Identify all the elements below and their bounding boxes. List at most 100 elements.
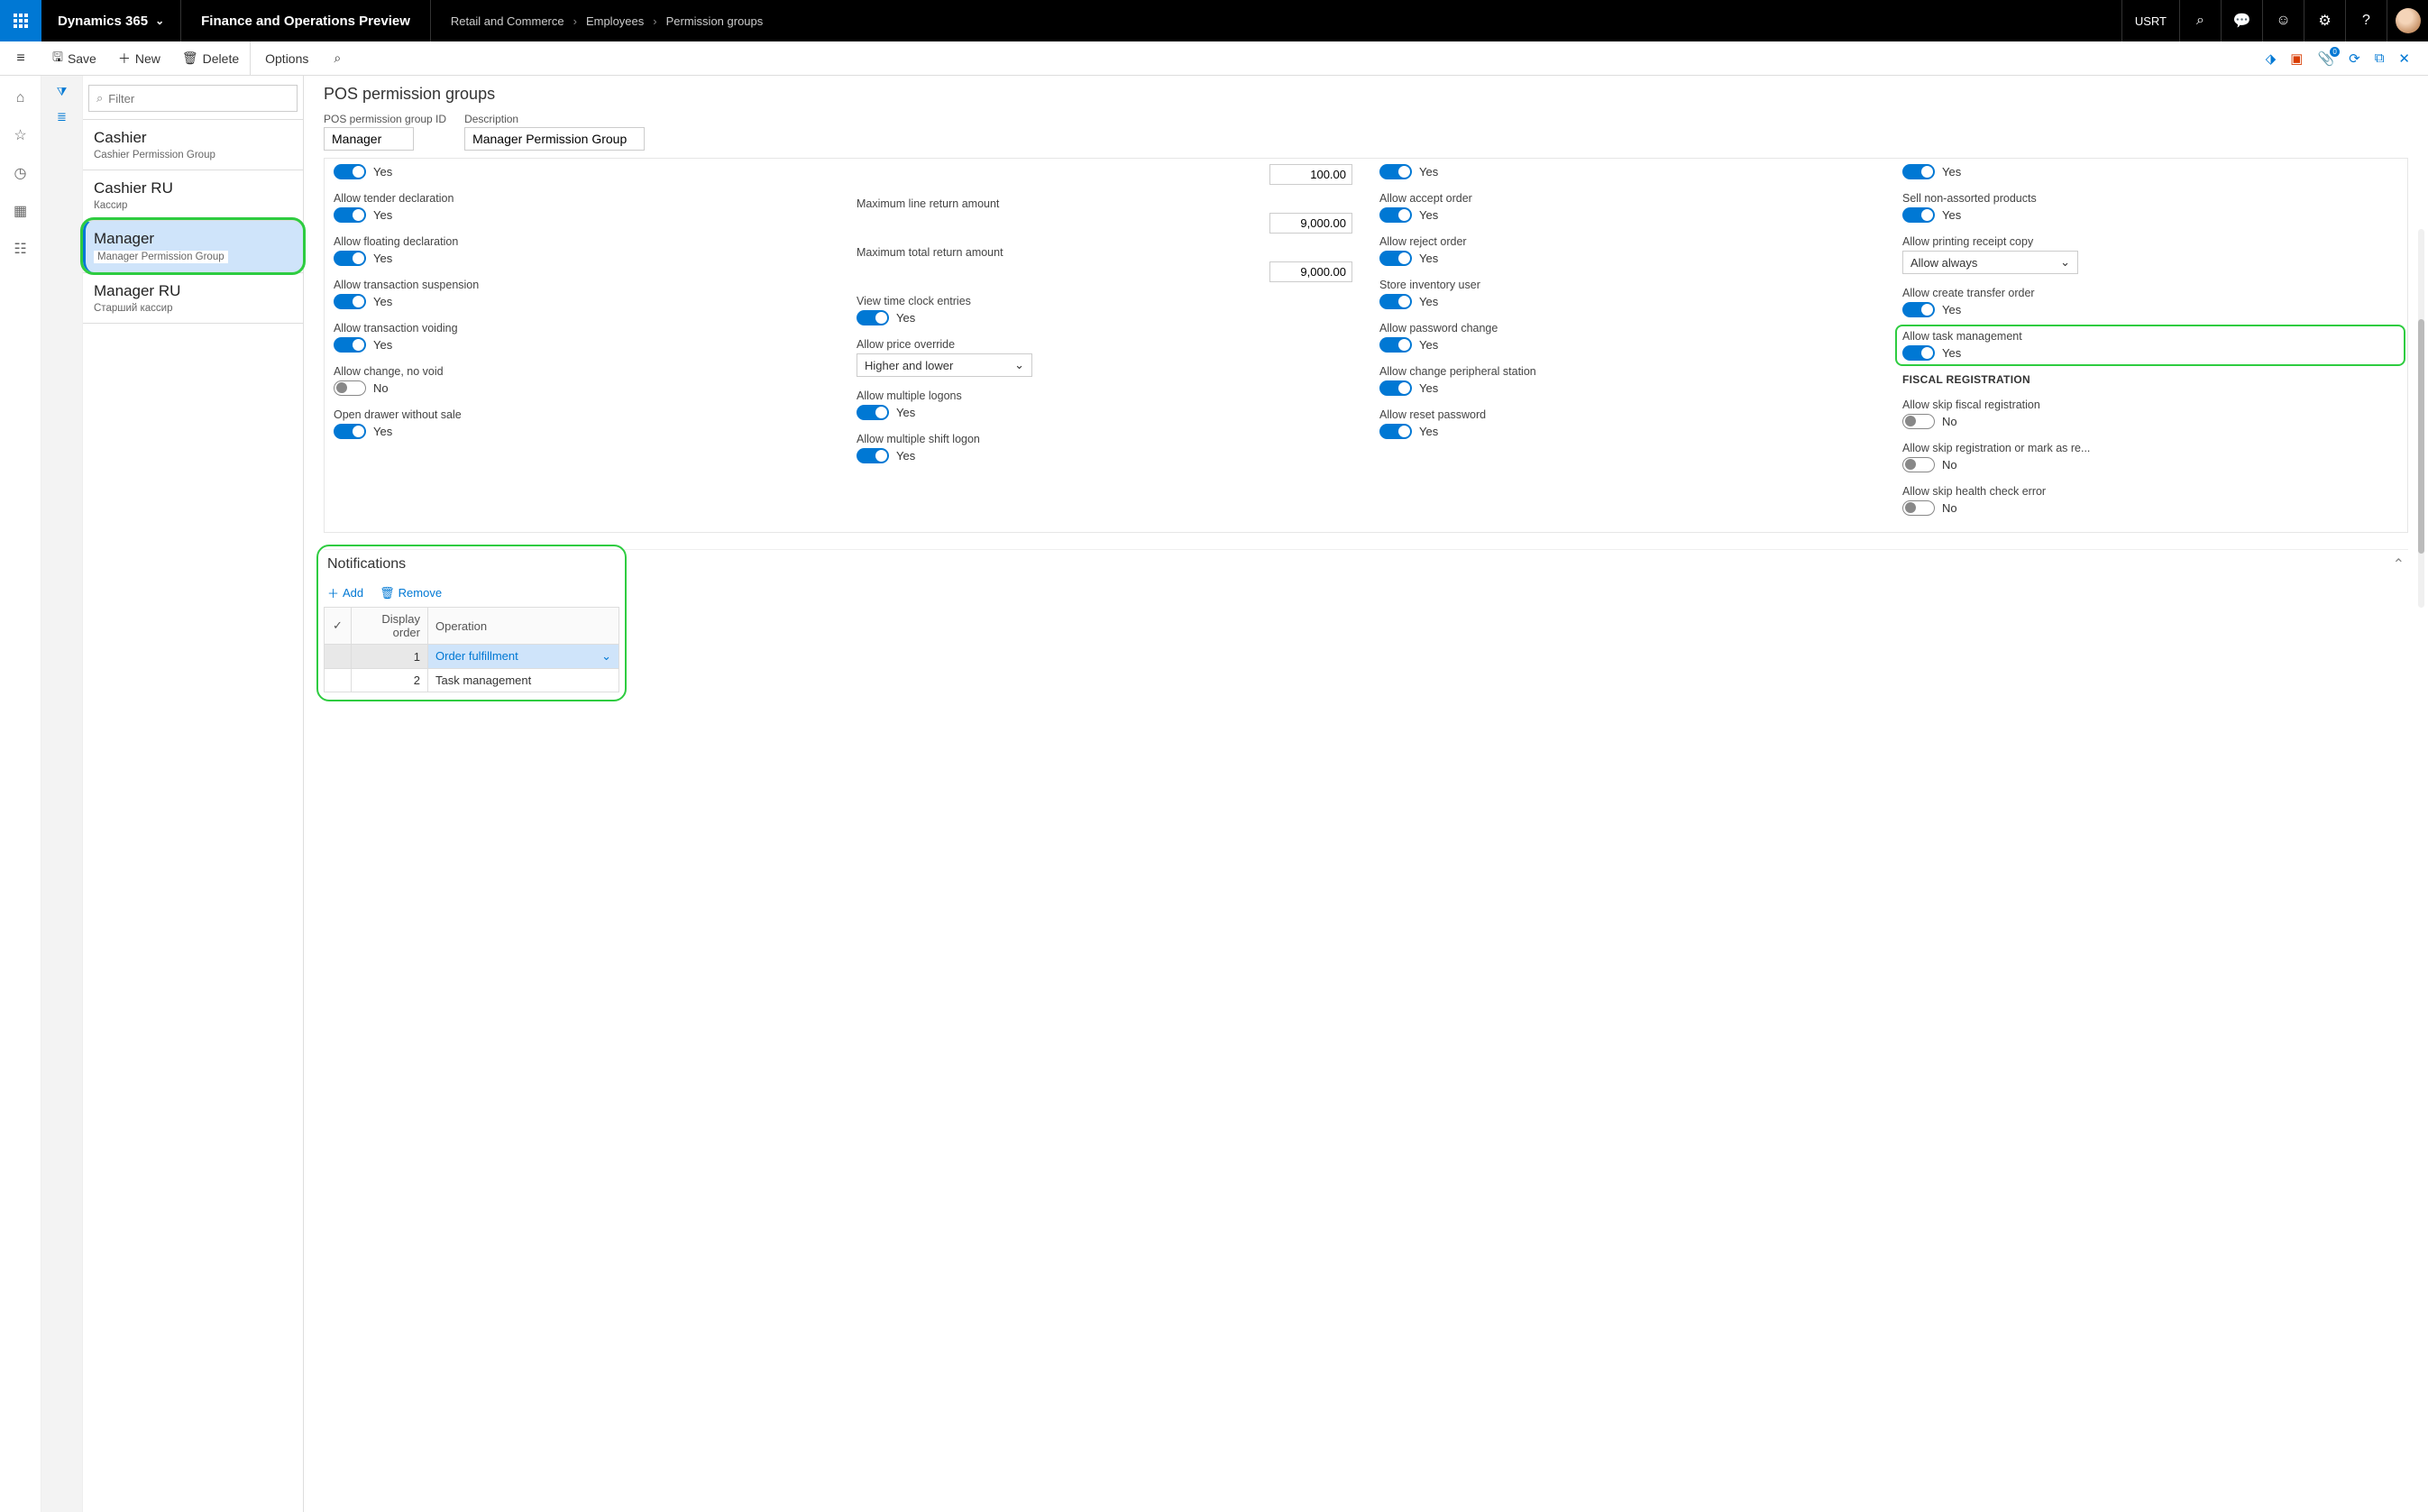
operation-cell[interactable]: Task management xyxy=(428,669,619,692)
toggle[interactable] xyxy=(1902,457,1935,472)
refresh-icon[interactable]: ⟳ xyxy=(2349,50,2360,67)
field-label: Allow accept order xyxy=(1379,192,1875,205)
recent-icon[interactable]: ◷ xyxy=(14,164,27,182)
workspace-icon[interactable]: ▦ xyxy=(14,202,27,220)
toggle[interactable] xyxy=(1902,207,1935,223)
description-input[interactable] xyxy=(464,127,645,151)
office-icon[interactable]: ▣ xyxy=(2290,50,2303,67)
toggle[interactable] xyxy=(1379,380,1412,396)
pos-group-id-input[interactable] xyxy=(324,127,414,151)
smile-icon[interactable]: ☺ xyxy=(2262,0,2304,41)
toggle[interactable] xyxy=(857,448,889,463)
breadcrumb-item[interactable]: Retail and Commerce xyxy=(451,14,564,28)
perm-col-3: Yes Allow accept orderYes Allow reject o… xyxy=(1379,164,1875,516)
toggle-value: Yes xyxy=(373,295,392,308)
link-icon[interactable]: ⬗ xyxy=(2266,50,2277,67)
toggle-value: No xyxy=(1942,415,1957,428)
receipt-copy-select[interactable]: Allow always ⌄ xyxy=(1902,251,2078,274)
delete-button[interactable]: 🗑Delete xyxy=(171,50,250,66)
toggle[interactable] xyxy=(1902,500,1935,516)
operation-cell[interactable]: Order fulfillment⌄ xyxy=(428,645,619,669)
scrollbar-thumb[interactable] xyxy=(2418,319,2424,554)
column-header[interactable]: Display order xyxy=(352,608,428,645)
list-item[interactable]: Manager RU Старший кассир xyxy=(83,272,303,324)
toggle[interactable] xyxy=(1379,337,1412,353)
star-icon[interactable]: ☆ xyxy=(14,126,26,144)
notifications-header[interactable]: Notifications ⌃ xyxy=(324,549,2408,579)
company-picker[interactable]: USRT xyxy=(2121,0,2179,41)
filter-input-wrap[interactable]: ⌕ xyxy=(88,85,298,112)
field-label: Allow change peripheral station xyxy=(1379,365,1875,378)
attachments-button[interactable]: 📎0 xyxy=(2317,50,2334,67)
breadcrumb-item[interactable]: Employees xyxy=(586,14,644,28)
toggle[interactable] xyxy=(334,164,366,179)
breadcrumb-item[interactable]: Permission groups xyxy=(666,14,764,28)
amount-input[interactable] xyxy=(1269,164,1352,185)
allow-task-management-toggle[interactable] xyxy=(1902,345,1935,361)
list-item[interactable]: Cashier Cashier Permission Group xyxy=(83,119,303,170)
field-label: Allow reject order xyxy=(1379,235,1875,248)
scrollbar[interactable] xyxy=(2418,229,2424,608)
list-icon[interactable]: ≣ xyxy=(57,110,67,124)
search-icon: ⌕ xyxy=(334,50,341,66)
main-area: ⌂ ☆ ◷ ▦ ☷ ⧩ ≣ ⌕ Cashier Cashier Permissi… xyxy=(0,76,2428,1512)
modules-icon[interactable]: ☷ xyxy=(14,240,26,258)
toggle[interactable] xyxy=(334,251,366,266)
home-icon[interactable]: ⌂ xyxy=(16,90,25,106)
filter-input[interactable] xyxy=(108,92,289,105)
avatar[interactable] xyxy=(2387,0,2428,41)
popout-icon[interactable]: ⧉ xyxy=(2375,50,2385,66)
close-icon[interactable]: ✕ xyxy=(2398,50,2410,67)
column-header[interactable]: Operation xyxy=(428,608,619,645)
search-action[interactable]: ⌕ xyxy=(323,50,352,66)
help-icon[interactable]: ? xyxy=(2345,0,2387,41)
toggle[interactable] xyxy=(1902,164,1935,179)
table-row[interactable]: 1 Order fulfillment⌄ xyxy=(325,645,619,669)
row-checkbox[interactable] xyxy=(325,645,352,669)
field-label: Allow task management xyxy=(1902,330,2398,343)
list-item-selected[interactable]: Manager Manager Permission Group xyxy=(83,220,303,272)
toggle[interactable] xyxy=(334,207,366,223)
toggle[interactable] xyxy=(334,380,366,396)
toggle[interactable] xyxy=(857,405,889,420)
max-line-return-input[interactable] xyxy=(1269,213,1352,234)
toggle-value: Yes xyxy=(1942,165,1961,179)
chat-icon[interactable]: 💬 xyxy=(2221,0,2262,41)
toggle[interactable] xyxy=(1902,302,1935,317)
gear-icon[interactable]: ⚙ xyxy=(2304,0,2345,41)
add-button[interactable]: ＋Add xyxy=(327,584,363,601)
options-button[interactable]: Options xyxy=(250,41,323,75)
table-row[interactable]: 2 Task management xyxy=(325,669,619,692)
brand-menu[interactable]: Dynamics 365 ⌄ xyxy=(41,0,181,41)
select-all-checkbox[interactable]: ✓ xyxy=(325,608,352,645)
toggle[interactable] xyxy=(1379,424,1412,439)
toggle[interactable] xyxy=(1379,164,1412,179)
toggle[interactable] xyxy=(1379,207,1412,223)
toggle[interactable] xyxy=(1379,251,1412,266)
display-order-cell[interactable]: 2 xyxy=(352,669,428,692)
perm-col-1: Yes Allow tender declarationYes Allow fl… xyxy=(334,164,829,516)
remove-button[interactable]: 🗑Remove xyxy=(380,584,442,601)
page-title: POS permission groups xyxy=(324,85,2408,104)
save-button[interactable]: 🖫Save xyxy=(41,48,107,69)
display-order-cell[interactable]: 1 xyxy=(352,645,428,669)
funnel-icon[interactable]: ⧩ xyxy=(57,85,68,99)
toggle[interactable] xyxy=(334,337,366,353)
new-button[interactable]: ＋New xyxy=(107,50,171,68)
chevron-down-icon: ⌄ xyxy=(2060,255,2070,270)
field-label: View time clock entries xyxy=(857,295,1352,307)
toggle[interactable] xyxy=(334,424,366,439)
toggle[interactable] xyxy=(1902,414,1935,429)
toggle[interactable] xyxy=(1379,294,1412,309)
row-checkbox[interactable] xyxy=(325,669,352,692)
select-value: Allow always xyxy=(1910,256,1977,270)
toggle[interactable] xyxy=(857,310,889,325)
list-item[interactable]: Cashier RU Кассир xyxy=(83,170,303,220)
max-total-return-input[interactable] xyxy=(1269,261,1352,282)
search-icon[interactable]: ⌕ xyxy=(2179,0,2221,41)
app-launcher[interactable] xyxy=(0,0,41,41)
price-override-select[interactable]: Higher and lower⌄ xyxy=(857,353,1032,377)
toggle[interactable] xyxy=(334,294,366,309)
nav-toggle[interactable]: ≡ xyxy=(0,50,41,67)
toggle-value: Yes xyxy=(1942,346,1961,360)
